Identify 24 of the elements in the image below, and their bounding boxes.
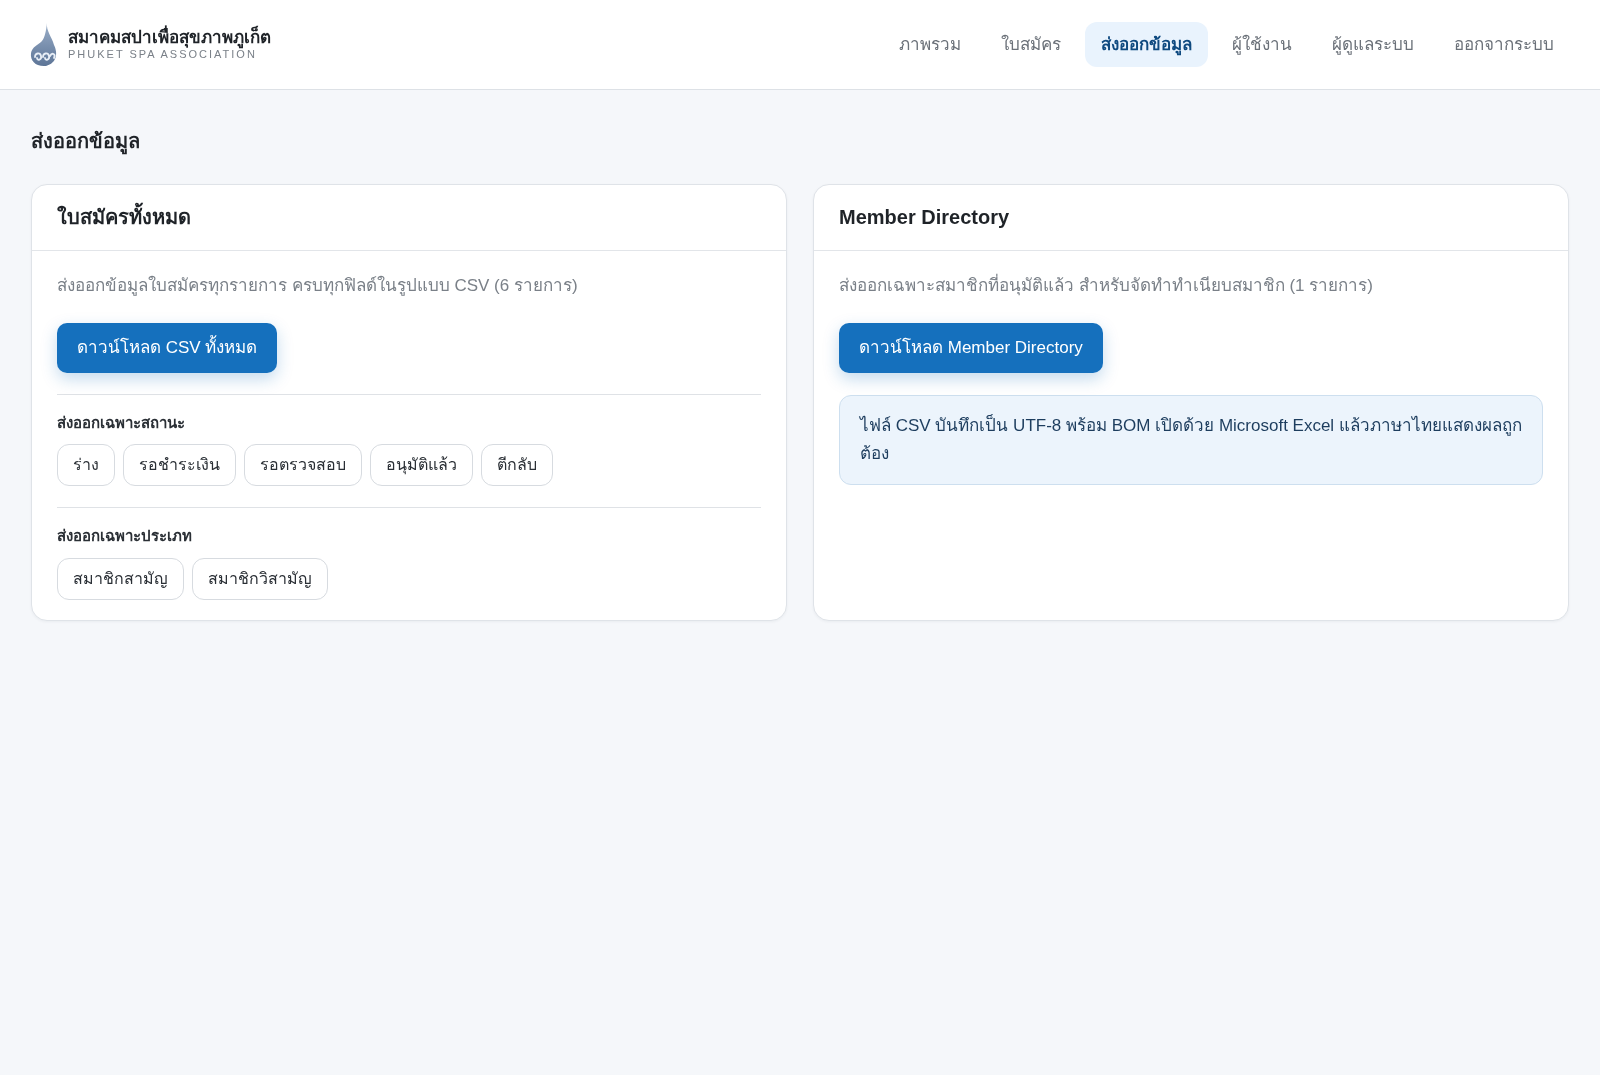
nav-tab[interactable]: ใบสมัคร bbox=[985, 21, 1077, 68]
filter-option-button[interactable]: รอตรวจสอบ bbox=[244, 444, 362, 486]
section-label: ส่งออกเฉพาะประเภท bbox=[57, 526, 193, 546]
filter-option-button[interactable]: สมาชิกวิสามัญ bbox=[192, 557, 328, 600]
brand-title: สมาคมสปาเพื่อสุขภาพภูเก็ต bbox=[68, 27, 271, 49]
card-description: ส่งออกเฉพาะสมาชิกที่อนุมัติแล้ว สำหรับจัดทำทำเนียบสมาชิก (1 รายการ) bbox=[839, 273, 1543, 299]
card-description: ส่งออกข้อมูลใบสมัครทุกรายการ ครบทุกฟิลด์ในรูปแบบ CSV (6 รายการ) bbox=[57, 274, 579, 298]
brand-subtitle: PHUKET SPA ASSOCIATION bbox=[68, 48, 257, 62]
card-title: Member Directory bbox=[839, 205, 1011, 230]
download-button[interactable]: ดาวน์โหลด CSV ทั้งหมด bbox=[57, 322, 278, 373]
filter-option-button[interactable]: สมาชิกสามัญ bbox=[57, 557, 184, 600]
filter-option-button[interactable]: ร่าง bbox=[57, 444, 115, 486]
filter-option-button[interactable]: อนุมัติแล้ว bbox=[370, 444, 473, 486]
section-label: ส่งออกเฉพาะสถานะ bbox=[57, 412, 186, 433]
info-note: ไฟล์ CSV บันทึกเป็น UTF-8 พร้อม BOM เปิดด้วย Microsoft Excel แล้วภาษาไทยแสดงผลถูกต้อง bbox=[839, 394, 1543, 485]
nav-tab[interactable]: ออกจากระบบ bbox=[1438, 21, 1570, 68]
page-title: ส่งออกข้อมูล bbox=[31, 126, 1569, 156]
nav-tab[interactable]: ส่งออกข้อมูล bbox=[1085, 21, 1208, 68]
nav-tab[interactable]: ผู้ใช้งาน bbox=[1216, 21, 1308, 68]
filter-option-button[interactable]: ตีกลับ bbox=[481, 444, 553, 486]
nav-tab[interactable]: ภาพรวม bbox=[883, 21, 977, 68]
nav-tab[interactable]: ผู้ดูแลระบบ bbox=[1316, 21, 1430, 68]
filter-option-button[interactable]: รอชำระเงิน bbox=[123, 444, 236, 486]
download-button[interactable]: ดาวน์โหลด Member Directory bbox=[839, 322, 1103, 373]
